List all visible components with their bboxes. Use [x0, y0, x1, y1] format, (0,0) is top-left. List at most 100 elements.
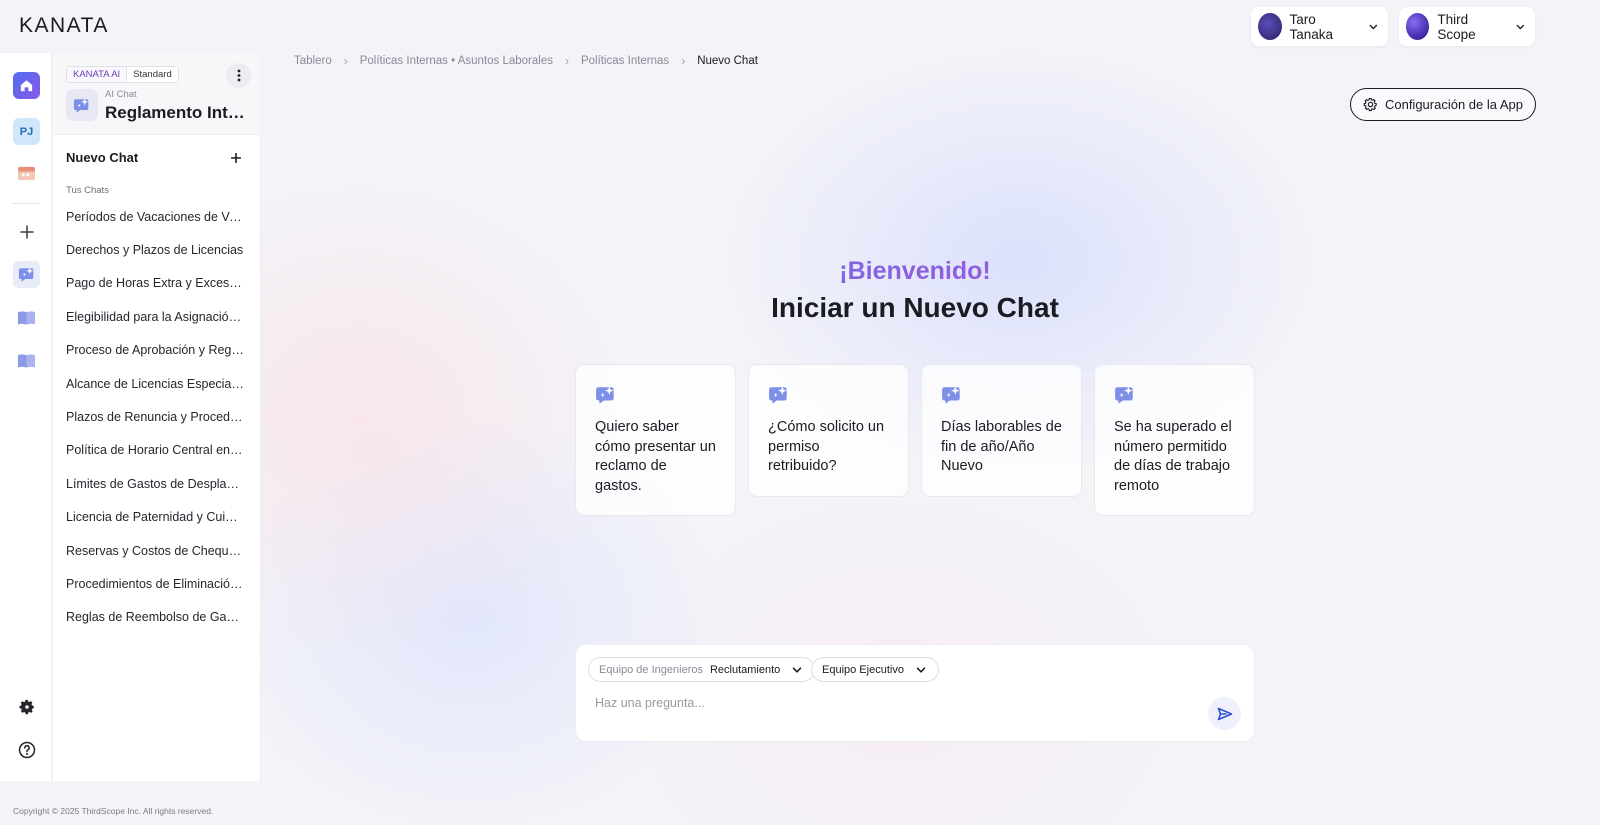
ai-chat-icon [73, 97, 89, 113]
user-name: Taro Tanaka [1289, 11, 1334, 42]
question-input[interactable] [595, 696, 1195, 710]
knowledge-button[interactable] [13, 304, 40, 331]
send-icon [1217, 707, 1232, 720]
chevron-right-icon: › [343, 54, 348, 68]
chat-title: Alcance de Licencias Especiales [66, 376, 244, 391]
department-select-label: Equipo de Ingenieros [599, 663, 703, 676]
ai-chat-icon [1114, 385, 1136, 407]
chat-title: Plazos de Renuncia y Procedimientos [66, 410, 244, 425]
chat-list-item[interactable]: Plazos de Renuncia y Procedimientos [53, 400, 261, 433]
home-button[interactable] [13, 72, 40, 99]
chat-title: Períodos de Vacaciones de Verano [66, 209, 244, 224]
chat-title: Pago de Horas Extra y Exceso de Jornada [66, 276, 244, 291]
kebab-menu-icon [237, 69, 240, 82]
chat-title: Derechos y Plazos de Licencias [66, 243, 244, 258]
chat-list-item[interactable]: Procedimientos de Eliminación de Datos [53, 567, 261, 600]
team-select[interactable]: Equipo Ejecutivo [811, 657, 939, 682]
department-select[interactable]: Equipo de Ingenieros Reclutamiento [588, 657, 816, 682]
chat-title: Procedimientos de Eliminación de Datos [66, 576, 244, 591]
team-select-value: Equipo Ejecutivo [822, 663, 904, 676]
settings-button[interactable] [13, 693, 40, 720]
suggestion-text: Se ha superado el número permitido de dí… [1114, 419, 1232, 494]
send-button[interactable] [1208, 697, 1241, 730]
suggestion-text: Quiero saber cómo presentar un reclamo d… [595, 419, 716, 494]
chevron-right-icon: › [564, 54, 569, 68]
your-chats-label: Tus Chats [66, 185, 109, 196]
ai-chat-icon [941, 385, 963, 407]
org-menu[interactable]: Third Scope [1399, 7, 1535, 46]
app-settings-button[interactable]: Configuración de la App [1350, 88, 1536, 121]
suggestion-text: ¿Cómo solicito un permiso retribuido? [768, 419, 885, 474]
gear-icon [1363, 98, 1377, 112]
add-button[interactable] [13, 218, 40, 245]
book-icon [17, 310, 36, 325]
app-subtitle: AI Chat [105, 89, 137, 100]
chat-list-item[interactable]: Períodos de Vacaciones de Verano [53, 200, 261, 233]
chevron-down-icon [916, 666, 926, 673]
tag-kanata-ai: KANATA AI [67, 67, 128, 82]
chat-title: Reglas de Reembolso de Gastos [66, 610, 244, 625]
new-chat-button[interactable] [226, 148, 246, 168]
chat-list-item[interactable]: Límites de Gastos de Desplazamiento [53, 467, 261, 500]
more-options-button[interactable] [226, 63, 251, 88]
plus-icon [231, 153, 241, 163]
sidebar-header: KANATA AI Standard AI Chat Reglamento In… [53, 53, 261, 135]
chevron-down-icon [1516, 24, 1525, 29]
ai-chat-button[interactable] [13, 261, 40, 288]
gear-icon [19, 699, 34, 714]
app-settings-label: Configuración de la App [1384, 97, 1524, 112]
breadcrumb-politicas-asuntos[interactable]: Políticas Internas • Asuntos Laborales [360, 55, 553, 67]
kanata-logo[interactable]: KANATA [19, 14, 109, 38]
breadcrumb-current: Nuevo Chat [697, 55, 758, 67]
breadcrumb-politicas[interactable]: Políticas Internas [581, 55, 669, 67]
chat-list-item[interactable]: Derechos y Plazos de Licencias [53, 233, 261, 266]
new-chat-label[interactable]: Nuevo Chat [66, 150, 138, 165]
chevron-down-icon [1369, 24, 1378, 29]
suggestion-card[interactable]: Días laborables de fin de año/Año Nuevo [921, 364, 1082, 497]
chat-list-item[interactable]: Reglas de Reembolso de Gastos [53, 601, 261, 634]
suggestion-card[interactable]: Se ha superado el número permitido de dí… [1094, 364, 1255, 516]
help-icon [18, 741, 35, 758]
chat-title: Límites de Gastos de Desplazamiento [66, 476, 244, 491]
org-name: Third Scope [1437, 11, 1476, 42]
ai-chat-icon [768, 385, 790, 407]
home-icon [20, 80, 33, 92]
suggestion-card[interactable]: ¿Cómo solicito un permiso retribuido? [748, 364, 909, 497]
chat-list: Períodos de Vacaciones de Verano Derechos… [53, 200, 261, 634]
chat-list-item[interactable]: Reservas y Costos de Chequeos Médicos [53, 534, 261, 567]
chat-list-item[interactable]: Elegibilidad para la Asignación Familiar [53, 300, 261, 333]
welcome-heading: ¡Bienvenido! [575, 257, 1255, 286]
tag-plan: Standard [133, 69, 172, 80]
knowledge-button-2[interactable] [13, 347, 40, 374]
chat-list-item[interactable]: Proceso de Aprobación y Reglamento [53, 334, 261, 367]
app-icon [66, 89, 98, 121]
chat-list-item[interactable]: Pago de Horas Extra y Exceso de Jornada [53, 267, 261, 300]
add-icon [19, 224, 34, 239]
chat-title: Licencia de Paternidad y Cuidado [66, 510, 244, 525]
chat-list-item[interactable]: Política de Horario Central en Flextime [53, 434, 261, 467]
copyright: Copyright © 2025 ThirdScope Inc. All rig… [13, 806, 214, 816]
suggestion-cards: Quiero saber cómo presentar un reclamo d… [575, 364, 1255, 516]
chat-composer: Equipo de Ingenieros Reclutamiento Equip… [575, 644, 1255, 742]
suggestion-text: Días laborables de fin de año/Año Nuevo [941, 419, 1062, 474]
project-badge[interactable]: PJ [13, 118, 40, 145]
breadcrumb-tablero[interactable]: Tablero [294, 55, 332, 67]
page-title: Iniciar un Nuevo Chat [771, 292, 1059, 323]
chat-title: Proceso de Aprobación y Reglamento [66, 343, 244, 358]
department-select-value: Reclutamiento [709, 663, 781, 676]
chevron-down-icon [793, 666, 802, 673]
ai-chat-icon [595, 385, 617, 407]
suggestion-card[interactable]: Quiero saber cómo presentar un reclamo d… [575, 364, 736, 516]
calendar-button[interactable] [13, 159, 40, 186]
chat-title: Política de Horario Central en Flextime [66, 443, 244, 458]
user-avatar [1258, 13, 1282, 40]
breadcrumb: Tablero › Políticas Internas • Asuntos L… [294, 54, 758, 68]
org-avatar [1406, 13, 1430, 40]
chevron-right-icon: › [681, 54, 686, 68]
help-button[interactable] [13, 736, 40, 763]
user-menu[interactable]: Taro Tanaka [1251, 7, 1388, 46]
chat-list-item[interactable]: Licencia de Paternidad y Cuidado [53, 501, 261, 534]
chat-list-item[interactable]: Alcance de Licencias Especiales [53, 367, 261, 400]
chat-title: Elegibilidad para la Asignación Familiar [66, 309, 244, 324]
rail-divider [12, 203, 40, 204]
